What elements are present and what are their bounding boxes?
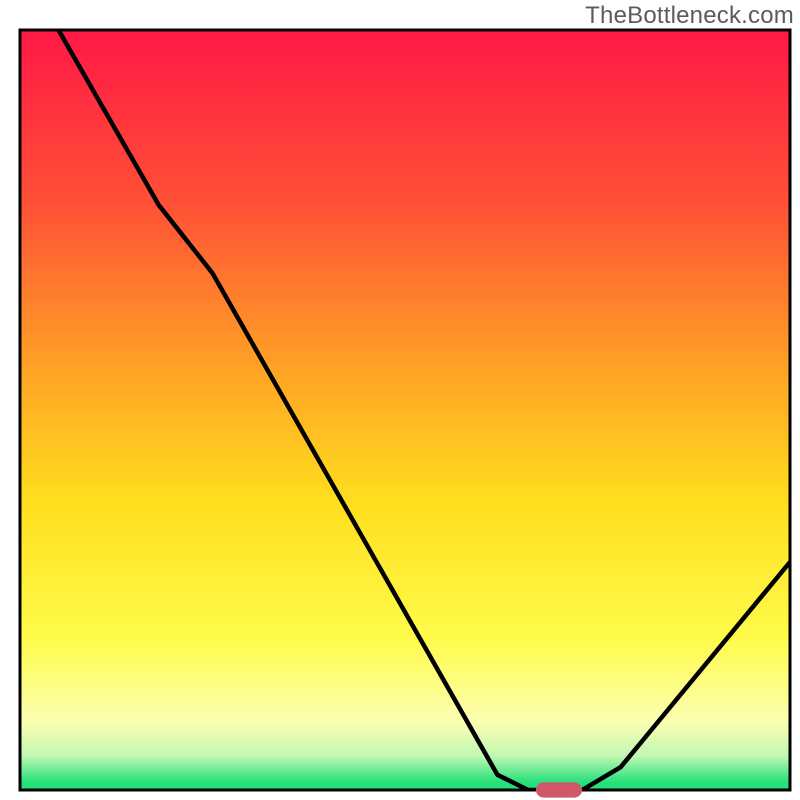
plot-background [20, 30, 790, 790]
watermark-label: TheBottleneck.com [585, 2, 794, 30]
chart-svg [0, 0, 800, 800]
optimal-marker [536, 782, 582, 797]
chart-container: TheBottleneck.com [0, 0, 800, 800]
